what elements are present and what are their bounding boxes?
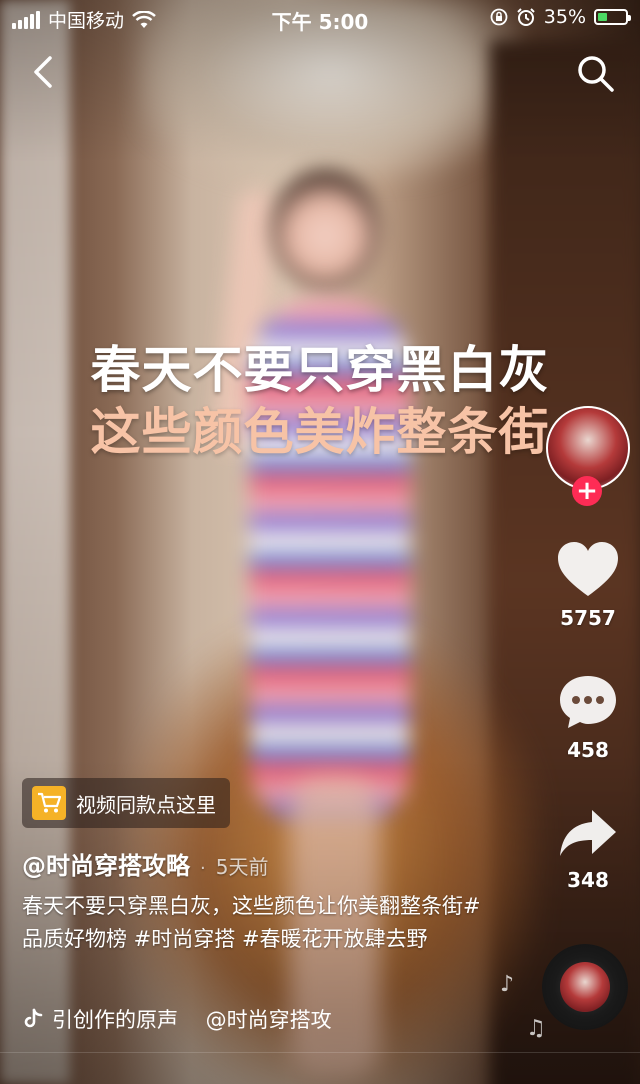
battery-percent: 35% <box>543 6 586 28</box>
product-tag-button[interactable]: 视频同款点这里 <box>22 778 230 828</box>
orientation-lock-icon <box>490 8 508 26</box>
share-button[interactable]: 348 <box>548 806 628 892</box>
author-line: @时尚穿搭攻略 · 5天前 <box>22 846 268 881</box>
tiktok-note-icon <box>24 1008 43 1028</box>
author-avatar-group[interactable]: + <box>546 406 630 506</box>
alarm-icon <box>517 8 535 26</box>
author-name[interactable]: @时尚穿搭攻略 <box>22 852 190 880</box>
post-description[interactable]: 春天不要只穿黑白灰，这些颜色让你美翻整条街#品质好物榜 #时尚穿搭 #春暖花开放… <box>22 890 482 956</box>
caption-line-2: 这些颜色美炸整条街 <box>90 403 550 461</box>
floating-note-icon: ♪ <box>500 972 515 997</box>
post-time: 5天前 <box>215 855 269 879</box>
like-count: 5757 <box>560 606 616 630</box>
back-chevron-icon[interactable] <box>24 52 64 92</box>
heart-icon <box>558 542 618 596</box>
floating-note-icon: ♫ <box>526 1016 546 1041</box>
share-arrow-icon <box>560 810 616 856</box>
follow-button[interactable]: + <box>572 476 602 506</box>
author-separator: · <box>200 858 206 879</box>
product-tag-label: 视频同款点这里 <box>76 792 216 817</box>
music-disc[interactable] <box>542 944 628 1030</box>
battery-icon <box>594 9 631 25</box>
status-bar: 中国移动 下午 5:00 35% <box>0 0 640 36</box>
music-row[interactable]: 引创作的原声 @时尚穿搭攻 <box>22 1004 362 1034</box>
music-disc-cover <box>560 962 610 1012</box>
cart-icon <box>32 786 66 820</box>
comment-bubble-icon <box>560 676 616 728</box>
like-button[interactable]: 5757 <box>548 540 628 630</box>
music-title: 引创作的原声 @时尚穿搭攻 <box>52 1008 332 1032</box>
comment-count: 458 <box>567 738 609 762</box>
divider <box>0 1052 640 1053</box>
share-count: 348 <box>567 868 609 892</box>
search-icon[interactable] <box>574 52 616 94</box>
comment-button[interactable]: 458 <box>548 672 628 762</box>
